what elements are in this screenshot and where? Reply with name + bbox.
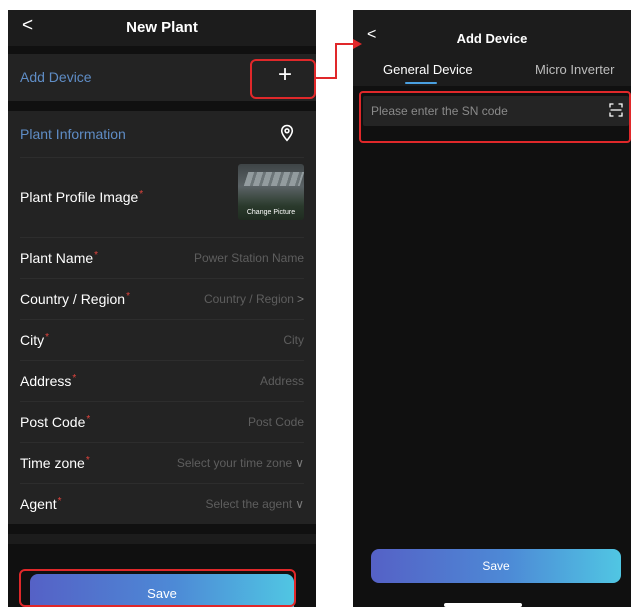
connector-arrow (316, 39, 362, 79)
